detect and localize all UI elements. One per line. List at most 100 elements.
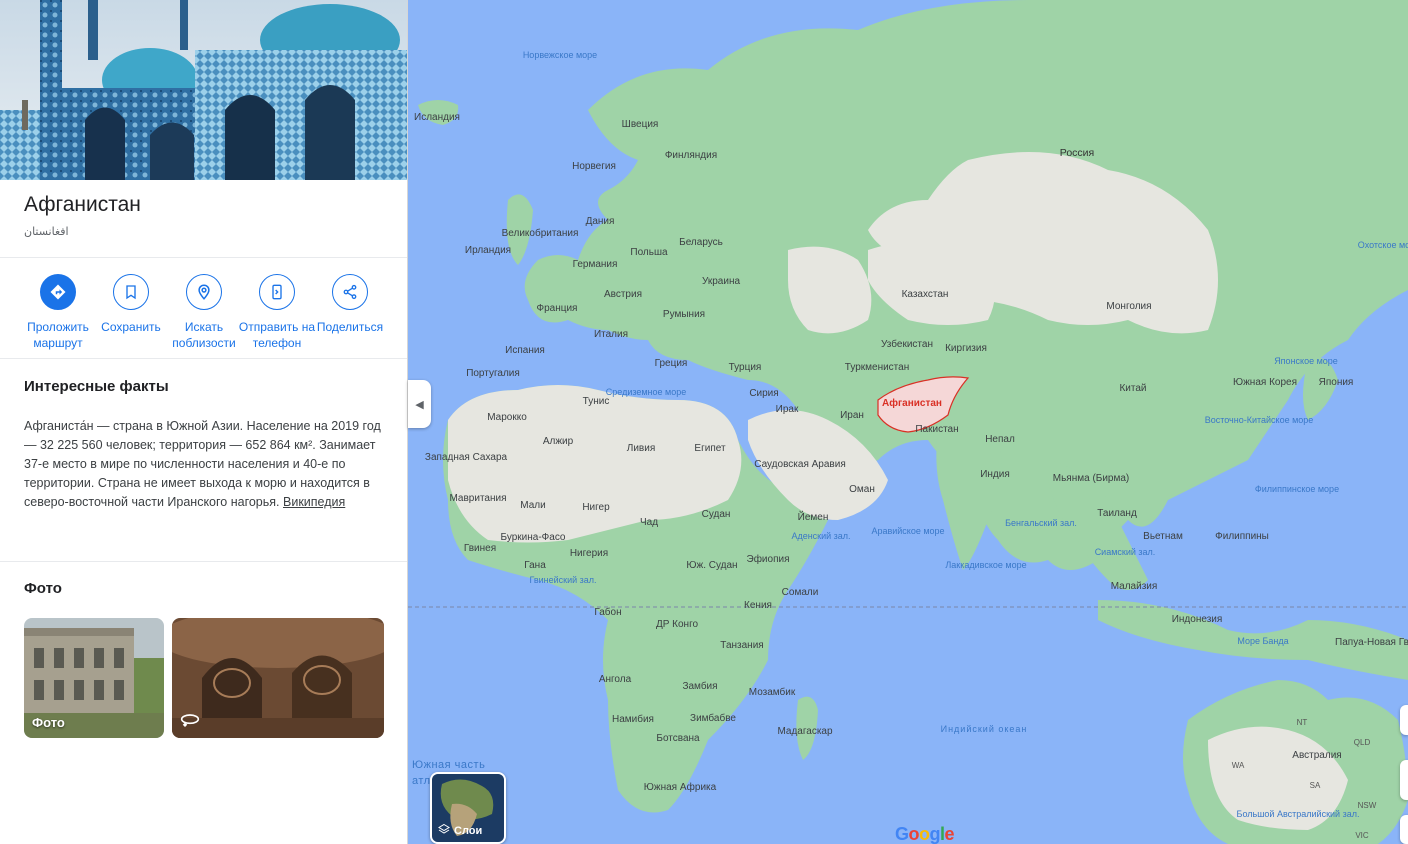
country-label: Казахстан [902, 289, 949, 300]
region-label: NSW [1358, 801, 1377, 810]
country-label: Украина [702, 276, 741, 287]
country-label: Папуа-Новая Гвинея [1335, 637, 1408, 648]
country-label: Зимбабве [690, 712, 736, 724]
sea-label: Бенгальский зал. [1005, 518, 1077, 528]
sea-label: Индийский океан [941, 724, 1028, 734]
country-label: Мьянма (Бирма) [1053, 473, 1130, 484]
place-title: Афганистан [24, 193, 141, 216]
sea-label: Аденский зал. [791, 531, 850, 541]
nearby-label: Искать поблизости [172, 320, 236, 350]
region-label: WA [1232, 761, 1245, 770]
sea-label: Гвинейский зал. [529, 575, 596, 585]
country-label: Австралия [1292, 750, 1341, 761]
country-label: Юж. Судан [686, 560, 737, 571]
country-label: Танзания [720, 640, 763, 651]
country-label: Йемен [798, 510, 829, 523]
partial-label-line: Южная часть [412, 759, 486, 771]
photo-360-thumbnail[interactable] [172, 618, 384, 738]
send-to-phone-label: Отправить на телефон [238, 320, 316, 350]
sea-label: Филиппинское море [1255, 484, 1339, 494]
sea-label: Море Банда [1237, 636, 1288, 646]
country-label: Габон [594, 606, 621, 618]
region-label: QLD [1354, 738, 1371, 747]
directions-button[interactable]: Проложить маршрут [16, 272, 100, 351]
title-block: Афганистан افغانستان [24, 193, 141, 238]
country-label: Буркина-Фасо [500, 532, 565, 543]
place-panel: Афганистан افغانستان Проложить маршрут С… [0, 0, 408, 844]
layers-label: Слои [454, 824, 483, 837]
sea-label: Норвежское море [523, 50, 597, 60]
country-label: Южная Корея [1233, 377, 1297, 388]
country-label: Исландия [414, 112, 460, 123]
country-label: Италия [594, 329, 628, 340]
send-to-phone-button[interactable]: Отправить на телефон [235, 272, 319, 351]
share-icon [332, 274, 368, 310]
nearby-button[interactable]: Искать поблизости [162, 272, 246, 351]
photos-heading: Фото [24, 580, 62, 597]
country-label: Сирия [749, 388, 778, 399]
country-label: Замбия [682, 680, 717, 692]
country-label: Саудовская Аравия [754, 459, 846, 470]
nearby-icon [186, 274, 222, 310]
directions-icon [40, 274, 76, 310]
country-label: Алжир [543, 436, 574, 447]
country-label: Китай [1119, 383, 1146, 394]
country-label: Тунис [583, 396, 610, 407]
country-label: Иран [840, 410, 864, 421]
photos-section: Фото Фото [24, 580, 384, 738]
country-label: Вьетнам [1143, 531, 1183, 542]
country-label: Нигер [582, 502, 610, 513]
sea-label: Лаккадивское море [945, 560, 1026, 570]
country-label: Ирак [776, 404, 799, 415]
country-label: Сомали [782, 587, 819, 598]
country-label: Таиланд [1097, 508, 1137, 519]
country-label: Индия [980, 469, 1010, 480]
share-button[interactable]: Поделиться [308, 272, 392, 335]
region-label: NT [1297, 718, 1308, 727]
country-label: Туркменистан [845, 362, 909, 373]
country-label: Судан [702, 509, 731, 520]
google-logo: Google [895, 824, 955, 844]
map-control[interactable] [1400, 815, 1408, 844]
logo-letter: o [919, 824, 930, 844]
logo-letter: o [908, 824, 920, 844]
country-label: Испания [505, 345, 545, 356]
country-label: Беларусь [679, 237, 723, 248]
directions-label: Проложить маршрут [27, 320, 89, 350]
wikipedia-link[interactable]: Википедия [283, 495, 345, 509]
country-label: Ирландия [465, 245, 511, 256]
photo-thumbnail[interactable]: Фото [24, 618, 164, 738]
country-label: Индонезия [1172, 614, 1223, 625]
bookmark-icon [113, 274, 149, 310]
country-label: Португалия [466, 368, 520, 379]
hero-photo[interactable] [0, 0, 407, 180]
map-canvas[interactable]: Исландия Швеция Финляндия Норвегия Дания… [408, 0, 1408, 844]
save-button[interactable]: Сохранить [89, 272, 173, 335]
sea-label: Восточно-Китайское море [1205, 415, 1314, 425]
layers-button[interactable]: Слои [430, 772, 506, 844]
country-label: Киргизия [945, 343, 987, 354]
country-label: Норвегия [572, 161, 616, 172]
panorama-icon [180, 713, 200, 730]
country-label: ДР Конго [656, 619, 699, 630]
region-label: VIC [1355, 831, 1369, 840]
map-control[interactable] [1400, 705, 1408, 735]
map-control[interactable] [1400, 760, 1408, 800]
country-label: Дания [586, 216, 615, 227]
place-native-name: افغانستان [24, 226, 69, 238]
divider [0, 257, 407, 258]
sea-label: Японское море [1274, 356, 1338, 366]
country-label: Южная Африка [644, 781, 717, 793]
collapse-panel-button[interactable]: ◀ [408, 380, 431, 428]
country-label: Финляндия [665, 150, 717, 161]
country-label: Монголия [1106, 301, 1151, 312]
photo-caption: Фото [32, 715, 65, 730]
facts-section: Интересные факты Афганиста́н — страна в … [24, 378, 384, 512]
sea-label: Сиамский зал. [1095, 547, 1156, 557]
divider [0, 561, 407, 562]
sea-label: Средиземное море [606, 387, 687, 397]
action-bar: Проложить маршрут Сохранить Искать побли… [0, 272, 407, 352]
country-label: Германия [573, 259, 618, 270]
divider [0, 358, 407, 359]
country-label: Чад [640, 517, 658, 528]
